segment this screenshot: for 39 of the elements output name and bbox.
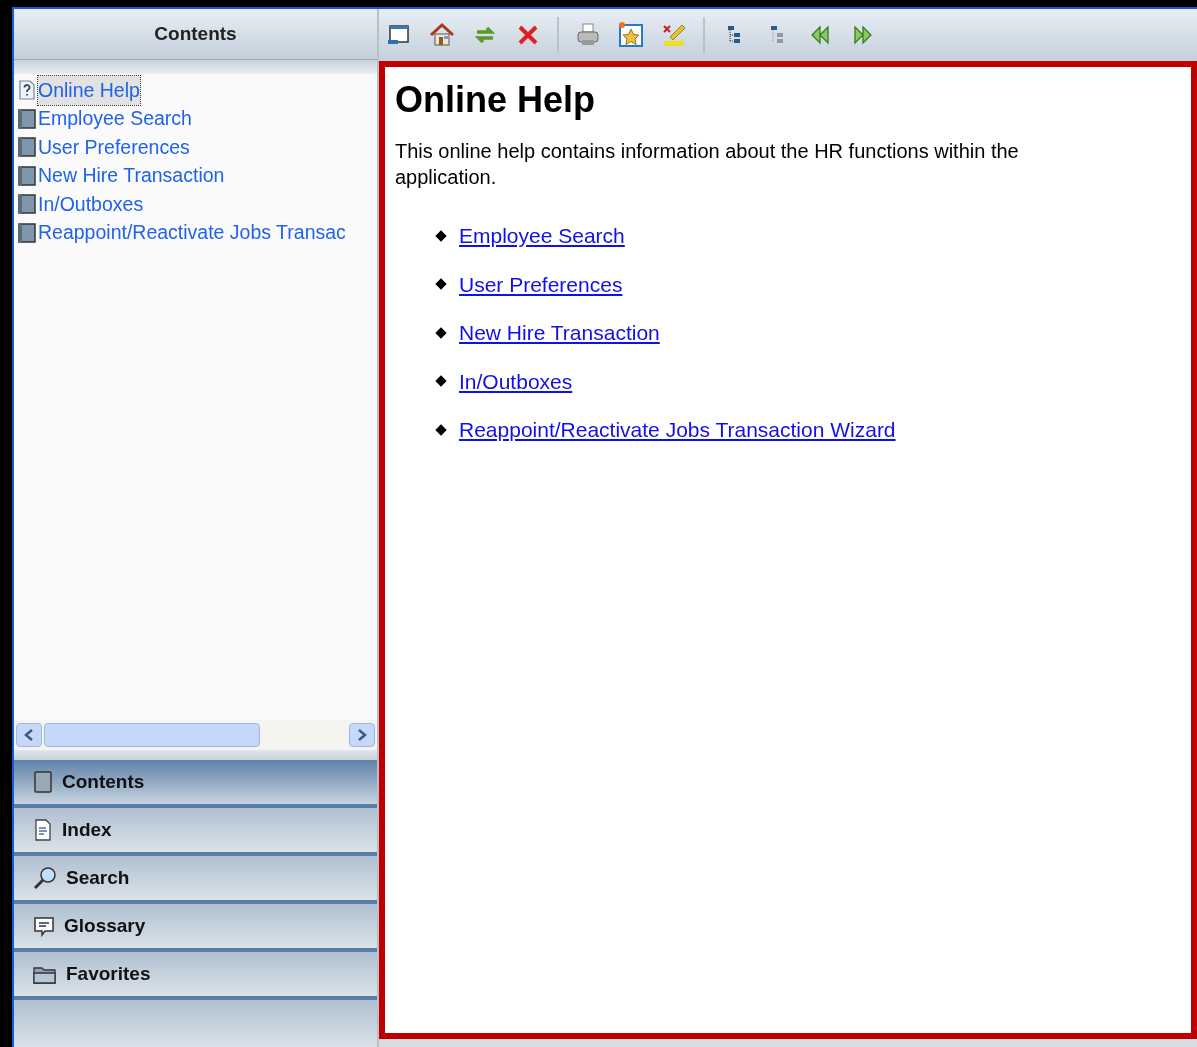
nav-tab[interactable]: Contents	[14, 760, 377, 808]
tree-item[interactable]: User Preferences	[38, 132, 190, 162]
scroll-left-icon[interactable]	[16, 723, 42, 747]
search-icon	[32, 866, 58, 890]
tree-item[interactable]: Online Help	[38, 75, 140, 105]
bullet-icon	[435, 278, 447, 290]
scroll-thumb[interactable]	[44, 723, 260, 747]
page-title: Online Help	[395, 78, 597, 122]
tree-item[interactable]: Reappoint/Reactivate Jobs Transac	[38, 218, 346, 248]
tree-item[interactable]: New Hire Transaction	[38, 161, 225, 191]
star-window-icon[interactable]	[617, 21, 645, 49]
book-icon	[16, 193, 38, 216]
tree-item[interactable]: In/Outboxes	[38, 189, 144, 219]
bullet-icon	[435, 375, 447, 387]
document-icon	[32, 818, 54, 842]
bullet-icon	[435, 230, 447, 242]
nav-tab[interactable]: Favorites	[14, 952, 377, 1000]
bullet-icon	[435, 424, 447, 436]
book-icon	[16, 107, 38, 130]
book-icon	[16, 221, 38, 244]
topic-link[interactable]: New Hire Transaction	[459, 317, 660, 349]
speech-bubble-icon	[32, 914, 56, 938]
book-icon	[16, 164, 38, 187]
nav-tab[interactable]: Glossary	[14, 904, 377, 952]
nav-tab[interactable]: Search	[14, 856, 377, 904]
tree-item[interactable]: Employee Search	[38, 104, 192, 134]
panel-title: Contents	[154, 21, 237, 46]
home-icon[interactable]	[428, 21, 456, 49]
intro-paragraph: This online help contains information about the HR functions within the application.	[395, 139, 1020, 190]
scroll-right-icon[interactable]	[349, 723, 375, 747]
topic-link[interactable]: In/Outboxes	[459, 365, 573, 397]
topic-link[interactable]: Reappoint/Reactivate Jobs Transaction Wizard	[459, 414, 896, 446]
horizontal-scrollbar[interactable]	[14, 720, 377, 750]
topic-link[interactable]: User Preferences	[459, 268, 623, 300]
book-icon	[32, 770, 54, 794]
book-icon	[16, 136, 38, 159]
topic-link[interactable]: Employee Search	[459, 220, 625, 252]
nav-tab[interactable]: Index	[14, 808, 377, 856]
bullet-icon	[435, 327, 447, 339]
